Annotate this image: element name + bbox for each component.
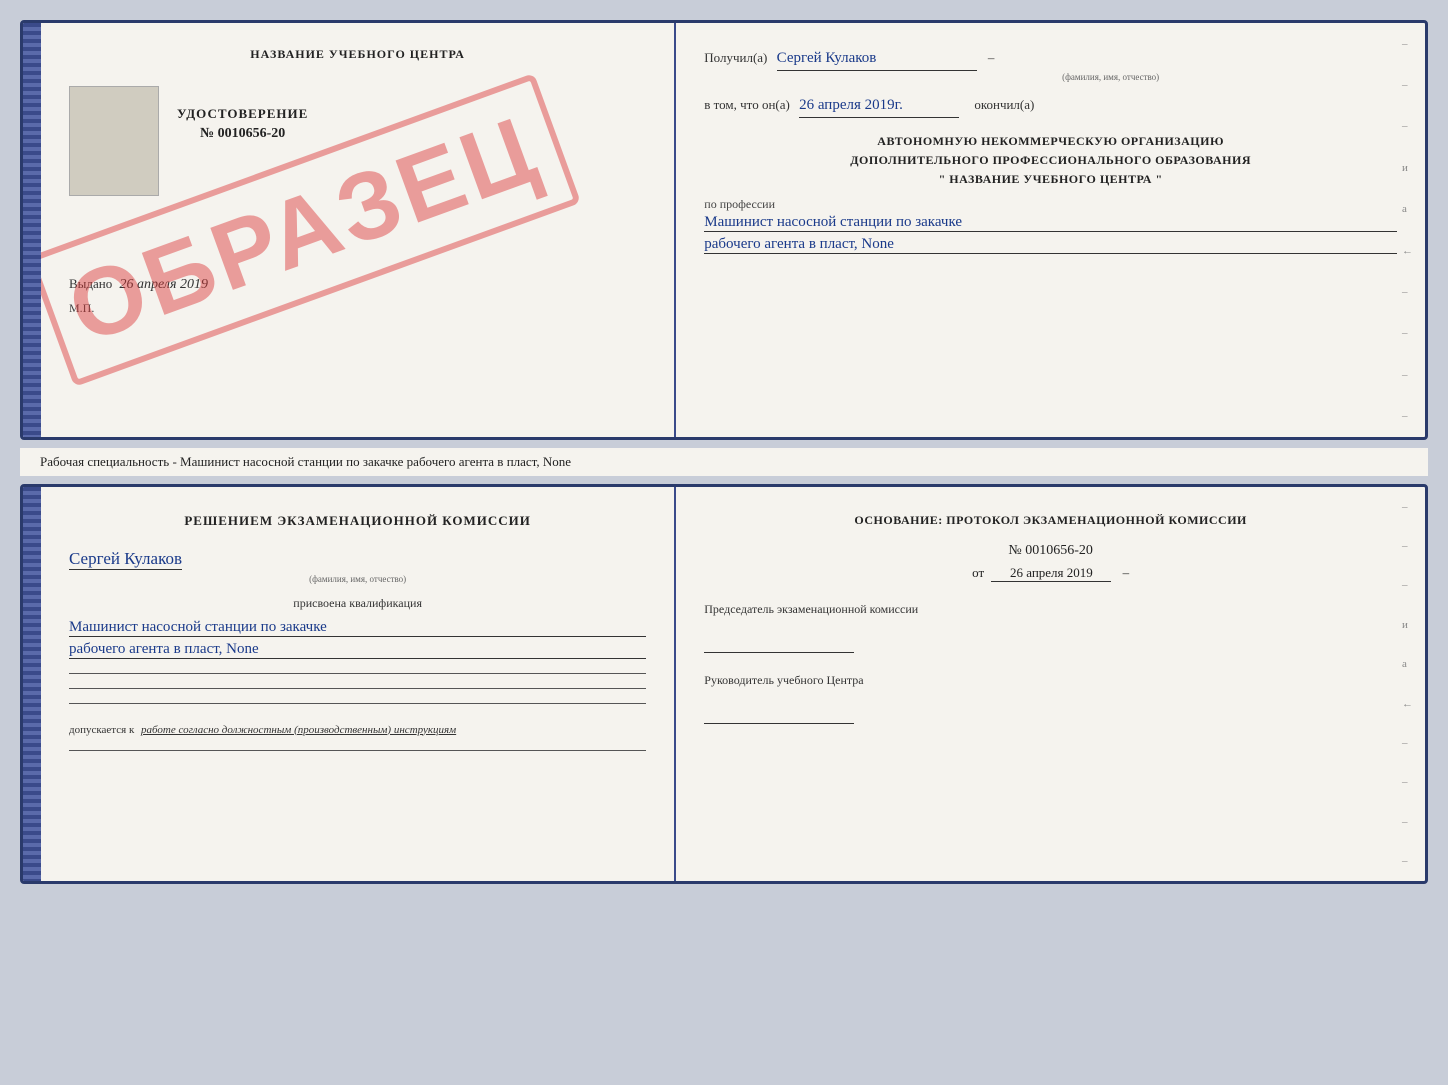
org-line3: " НАЗВАНИЕ УЧЕБНОГО ЦЕНТРА " (704, 170, 1397, 189)
page-container: НАЗВАНИЕ УЧЕБНОГО ЦЕНТРА УДОСТОВЕРЕНИЕ №… (20, 20, 1428, 884)
protocol-number: № 0010656-20 (704, 543, 1397, 559)
org-line1: АВТОНОМНУЮ НЕКОММЕРЧЕСКУЮ ОРГАНИЗАЦИЮ (704, 132, 1397, 151)
udostoverenie-block: УДОСТОВЕРЕНИЕ № 0010656-20 (177, 76, 308, 142)
rukovoditel-title: Руководитель учебного Центра (704, 673, 1397, 688)
bottom-left-name-hint: (фамилия, имя, отчество) (69, 574, 646, 584)
top-certificate-book: НАЗВАНИЕ УЧЕБНОГО ЦЕНТРА УДОСТОВЕРЕНИЕ №… (20, 20, 1428, 440)
right-page-top: Получил(а) Сергей Кулаков – (фамилия, им… (676, 23, 1425, 437)
rukovoditel-signature-line (704, 704, 854, 724)
protocol-date: от 26 апреля 2019 – (704, 565, 1397, 582)
osnование-title: Основание: протокол экзаменационной коми… (704, 511, 1397, 529)
poluchil-line: Получил(а) Сергей Кулаков – (фамилия, им… (704, 47, 1397, 84)
dopuskaetsya-work: работе согласно должностным (производств… (141, 724, 456, 736)
bottom-left-name: Сергей Кулаков (69, 549, 182, 570)
udostoverenie-number: № 0010656-20 (177, 126, 308, 142)
bottom-right-page: Основание: протокол экзаменационной коми… (676, 487, 1425, 881)
org-block: АВТОНОМНУЮ НЕКОММЕРЧЕСКУЮ ОРГАНИЗАЦИЮ ДО… (704, 132, 1397, 190)
left-page-top: НАЗВАНИЕ УЧЕБНОГО ЦЕНТРА УДОСТОВЕРЕНИЕ №… (41, 23, 676, 437)
protocol-date-value: 26 апреля 2019 (991, 565, 1111, 582)
vtom-label: в том, что он(а) (704, 97, 790, 112)
predsedatel-block: Председатель экзаменационной комиссии (704, 602, 1397, 653)
underline-4 (69, 750, 646, 751)
underline-2 (69, 688, 646, 689)
top-left-title: НАЗВАНИЕ УЧЕБНОГО ЦЕНТРА (69, 47, 646, 62)
protocol-from-label: от (972, 565, 984, 580)
qualification-line2: рабочего агента в пласт, None (69, 641, 646, 659)
middle-text: Рабочая специальность - Машинист насосно… (20, 448, 1428, 476)
org-line2: ДОПОЛНИТЕЛЬНОГО ПРОФЕССИОНАЛЬНОГО ОБРАЗО… (704, 151, 1397, 170)
vtom-line: в том, что он(а) 26 апреля 2019г. окончи… (704, 94, 1397, 118)
vydano-label: Выдано (69, 276, 112, 291)
rukovoditel-block: Руководитель учебного Центра (704, 673, 1397, 724)
bottom-left-page: Решением экзаменационной комиссии Сергей… (41, 487, 676, 881)
familiya-hint: (фамилия, имя, отчество) (824, 71, 1397, 85)
dopuskaetsya-block: допускается к работе согласно должностны… (69, 724, 646, 736)
qualification-line1: Машинист насосной станции по закачке (69, 619, 646, 637)
vydano-date: 26 апреля 2019 (120, 277, 208, 292)
udostoverenie-title: УДОСТОВЕРЕНИЕ (177, 106, 308, 122)
vydano-line: Выдано 26 апреля 2019 (69, 276, 646, 293)
po-professii-label: по профессии (704, 197, 1397, 212)
book-spine-top (23, 23, 41, 437)
underline-1 (69, 673, 646, 674)
prisvoena-label: присвоена квалификация (69, 596, 646, 611)
right-side-decorations: –––иа←–––– (1402, 23, 1413, 437)
vtom-date: 26 апреля 2019г. (799, 94, 959, 118)
okonchil-label: окончил(а) (974, 97, 1034, 112)
mp-label: М.П. (69, 301, 646, 316)
profession-line2: рабочего агента в пласт, None (704, 236, 1397, 254)
predsedatel-signature-line (704, 633, 854, 653)
underline-3 (69, 703, 646, 704)
book-spine-bottom (23, 487, 41, 881)
predsedatel-title: Председатель экзаменационной комиссии (704, 602, 1397, 617)
poluchil-name: Сергей Кулаков (777, 47, 977, 71)
middle-text-content: Рабочая специальность - Машинист насосно… (40, 454, 571, 469)
poluchil-label: Получил(а) (704, 50, 767, 65)
photo-placeholder (69, 86, 159, 196)
left-bottom: Выдано 26 апреля 2019 М.П. (69, 196, 646, 316)
bottom-right-side-decorations: –––иа←–––– (1402, 487, 1413, 881)
dopuskaetsya-label: допускается к (69, 724, 134, 736)
profession-line1: Машинист насосной станции по закачке (704, 214, 1397, 232)
bottom-certificate-book: Решением экзаменационной комиссии Сергей… (20, 484, 1428, 884)
komissia-title: Решением экзаменационной комиссии (69, 511, 646, 531)
